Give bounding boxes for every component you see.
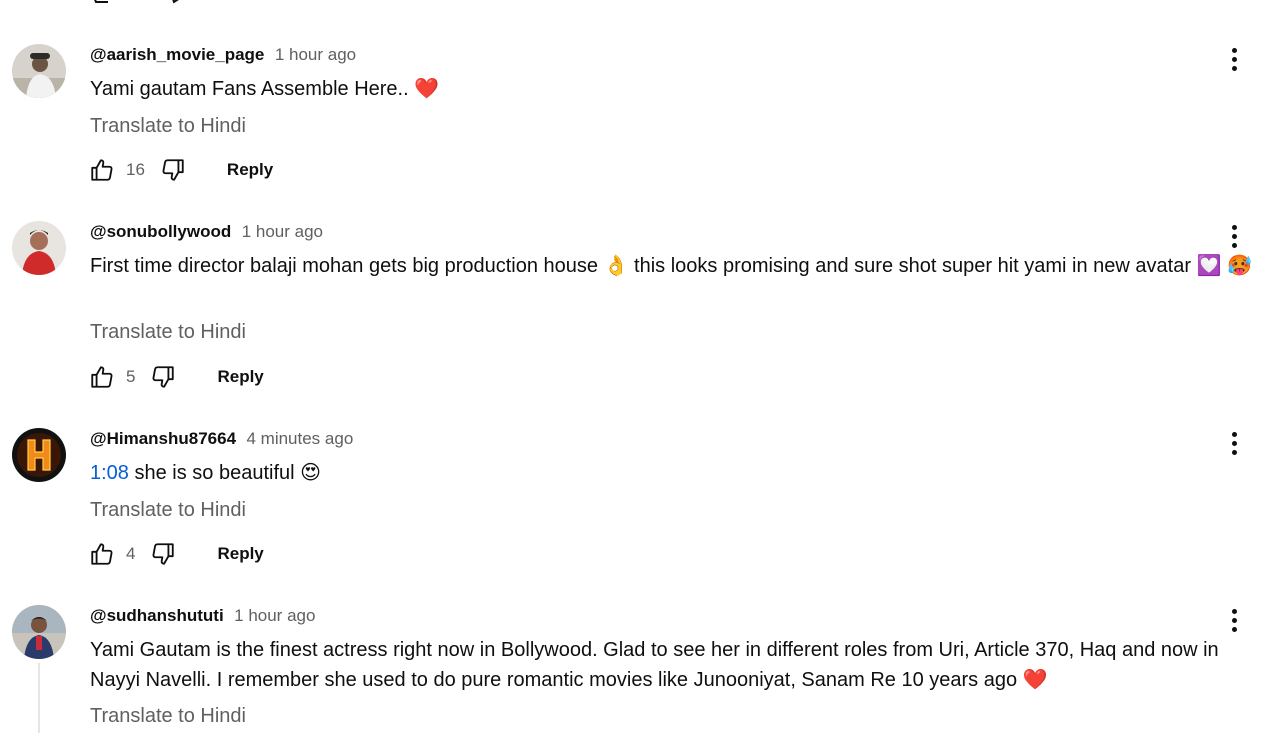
reply-button[interactable]: Reply bbox=[217, 367, 263, 387]
comment-header: @aarish_movie_page 1 hour ago bbox=[90, 44, 356, 66]
comment-actions: 16 Reply bbox=[88, 153, 273, 187]
comment-text: First time director balaji mohan gets bi… bbox=[90, 255, 1252, 277]
thumbs-down-icon bbox=[162, 159, 184, 181]
more-vert-icon bbox=[1231, 431, 1237, 437]
comment-header: @sonubollywood 1 hour ago bbox=[90, 221, 323, 243]
comment-author[interactable]: @aarish_movie_page bbox=[90, 45, 264, 64]
avatar[interactable] bbox=[12, 221, 66, 275]
comment-text: Yami gautam Fans Assemble Here.. ❤️ bbox=[90, 78, 440, 100]
comment-actions: 4 Reply bbox=[88, 537, 264, 571]
comment-menu-button[interactable] bbox=[1222, 428, 1246, 458]
comment-body: she is so beautiful 😍 bbox=[128, 462, 321, 484]
comment-time[interactable]: 1 hour ago bbox=[242, 222, 323, 241]
comment-menu-button[interactable] bbox=[1222, 44, 1246, 74]
reply-button[interactable]: Reply bbox=[217, 544, 263, 564]
avatar[interactable] bbox=[12, 605, 66, 659]
like-button[interactable] bbox=[88, 540, 116, 568]
comment-header: @Himanshu87664 4 minutes ago bbox=[90, 428, 353, 450]
comment-text: 1:08 she is so beautiful 😍 bbox=[90, 458, 1260, 488]
translate-link[interactable]: Translate to Hindi bbox=[90, 703, 246, 729]
dislike-button[interactable] bbox=[159, 156, 187, 184]
comment-time[interactable]: 4 minutes ago bbox=[246, 429, 353, 448]
comment-author[interactable]: @Himanshu87664 bbox=[90, 429, 236, 448]
thumbs-down-icon bbox=[152, 543, 175, 565]
comment-author[interactable]: @sonubollywood bbox=[90, 222, 231, 241]
like-button[interactable] bbox=[88, 363, 116, 391]
avatar[interactable] bbox=[12, 44, 66, 98]
dislike-button[interactable] bbox=[149, 540, 177, 568]
like-count: 16 bbox=[126, 160, 145, 179]
avatar[interactable] bbox=[12, 428, 66, 482]
more-vert-icon bbox=[1231, 47, 1237, 53]
reply-button[interactable]: Reply bbox=[227, 160, 273, 180]
like-count: 5 bbox=[126, 367, 136, 386]
comment-time[interactable]: 1 hour ago bbox=[234, 606, 315, 625]
video-timestamp-link[interactable]: 1:08 bbox=[90, 462, 129, 484]
thumbs-up-icon bbox=[91, 543, 113, 565]
translate-link[interactable]: Translate to Hindi bbox=[90, 497, 246, 523]
thumbs-up-icon bbox=[91, 159, 113, 181]
comment-actions: 5 Reply bbox=[88, 360, 264, 394]
like-count: 4 bbox=[126, 544, 136, 563]
comment-time[interactable]: 1 hour ago bbox=[275, 45, 356, 64]
translate-link[interactable]: Translate to Hindi bbox=[90, 113, 246, 139]
translate-link[interactable]: Translate to Hindi bbox=[90, 319, 246, 345]
like-button[interactable] bbox=[88, 156, 116, 184]
thumbs-up-icon bbox=[91, 366, 113, 388]
comment-author[interactable]: @sudhanshututi bbox=[90, 606, 224, 625]
dislike-button[interactable] bbox=[149, 363, 177, 391]
previous-comment-actions bbox=[90, 0, 290, 6]
comment-menu-button[interactable] bbox=[1222, 605, 1246, 635]
more-vert-icon bbox=[1231, 224, 1237, 230]
comment-text: Yami Gautam is the finest actress right … bbox=[90, 639, 1219, 691]
comment-header: @sudhanshututi 1 hour ago bbox=[90, 605, 315, 627]
comment-menu-button[interactable] bbox=[1222, 221, 1246, 251]
thumbs-down-icon bbox=[152, 366, 175, 388]
more-vert-icon bbox=[1231, 608, 1237, 614]
reply-thread-line bbox=[38, 663, 40, 733]
